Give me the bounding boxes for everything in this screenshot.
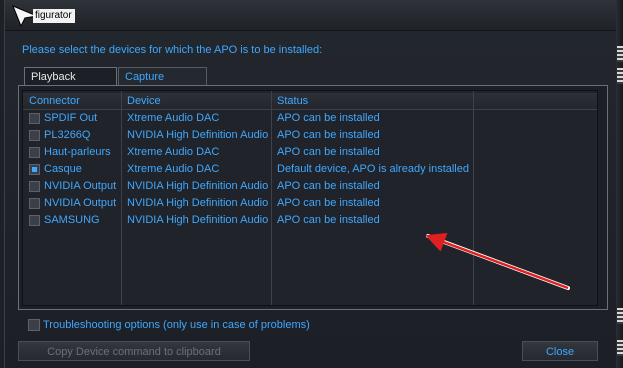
device-cell: NVIDIA High Definition Audio [127,129,269,141]
table-row[interactable]: Casque Xtreme Audio DAC Default device, … [23,161,597,178]
device-list: Connector Device Status SPDIF Out Xtreme… [22,90,598,306]
device-cell: Xtreme Audio DAC [127,163,220,175]
table-row[interactable]: Haut-parleurs Xtreme Audio DAC APO can b… [23,144,597,161]
tab-capture-devices[interactable]: Capture devices [118,67,207,101]
device-cell: NVIDIA High Definition Audio [127,214,269,226]
device-checkbox[interactable] [29,130,40,141]
table-row[interactable]: NVIDIA Output NVIDIA High Definition Aud… [23,178,597,195]
connector-cell: SPDIF Out [44,112,98,124]
list-header: Connector Device Status [23,93,597,110]
title-bar: figurator [5,0,617,31]
table-row[interactable]: PL3266Q NVIDIA High Definition Audio APO… [23,127,597,144]
device-checkbox[interactable] [29,198,40,209]
status-cell: APO can be installed [277,180,380,192]
header-status[interactable]: Status [277,95,308,107]
device-checkbox[interactable] [29,113,40,124]
status-cell: APO can be installed [277,129,380,141]
troubleshooting-checkbox[interactable] [28,319,40,331]
troubleshooting-label[interactable]: Troubleshooting options (only use in cas… [43,319,310,331]
device-checkbox[interactable] [29,147,40,158]
device-cell: NVIDIA High Definition Audio [127,180,269,192]
header-connector[interactable]: Connector [29,95,80,107]
connector-cell: Haut-parleurs [44,146,111,158]
connector-cell: PL3266Q [44,129,91,141]
edge-bolt-icon [617,68,623,84]
table-row[interactable]: NVIDIA Output NVIDIA High Definition Aud… [23,195,597,212]
connector-cell: Casque [44,163,82,175]
instruction-text: Please select the devices for which the … [22,44,323,56]
status-cell: APO can be installed [277,112,380,124]
connector-cell: NVIDIA Output [44,180,117,192]
edge-bolt-icon [617,46,623,62]
device-checkbox[interactable] [29,181,40,192]
window-title: figurator [33,9,75,23]
table-row[interactable]: SAMSUNG NVIDIA High Definition Audio APO… [23,212,597,229]
header-device[interactable]: Device [127,95,161,107]
status-cell: APO can be installed [277,214,380,226]
close-button[interactable]: Close [522,341,598,361]
window-right-edge [616,0,623,368]
device-cell: Xtreme Audio DAC [127,146,220,158]
edge-bolt-icon [617,340,623,356]
connector-cell: SAMSUNG [44,214,100,226]
status-cell: APO can be installed [277,146,380,158]
tab-playback-devices[interactable]: Playback devices [24,67,117,101]
status-cell: APO can be installed [277,197,380,209]
device-checkbox[interactable] [29,164,40,175]
connector-cell: NVIDIA Output [44,197,117,209]
device-checkbox[interactable] [29,215,40,226]
copy-device-command-button[interactable]: Copy Device command to clipboard [18,341,250,361]
edge-bolt-icon [617,308,623,324]
status-cell: Default device, APO is already installed [277,163,469,175]
table-row[interactable]: SPDIF Out Xtreme Audio DAC APO can be in… [23,110,597,127]
device-cell: Xtreme Audio DAC [127,112,220,124]
device-cell: NVIDIA High Definition Audio [127,197,269,209]
